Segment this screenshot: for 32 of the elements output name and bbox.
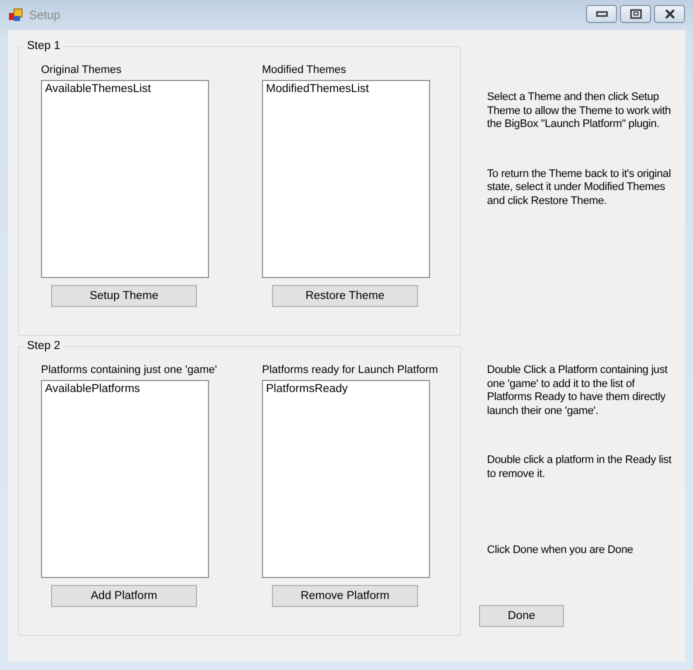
instruction-text: To return the Theme back to it's original state, select it under Modified Themes and click Restore Theme. — [487, 168, 672, 208]
list-label: Platforms ready for Launch Platform — [262, 364, 438, 378]
group-legend: Step 2 — [24, 340, 64, 352]
list-box[interactable]: AvailableThemesList — [41, 80, 209, 278]
window-title: Setup — [29, 8, 60, 22]
list-box[interactable]: PlatformsReady — [262, 380, 430, 578]
list-box[interactable]: AvailablePlatforms — [41, 380, 209, 578]
restore-icon — [630, 8, 642, 18]
minimize-button[interactable] — [586, 4, 617, 22]
instruction-text: Double click a platform in the Ready list to remove it. — [487, 454, 672, 481]
list-item[interactable]: AvailablePlatforms — [45, 382, 205, 396]
action-button[interactable]: Setup Theme — [51, 285, 197, 307]
close-icon — [664, 8, 676, 18]
group-legend: Step 1 — [24, 40, 64, 52]
list-item[interactable]: PlatformsReady — [266, 382, 426, 396]
list-label: Modified Themes — [262, 64, 346, 78]
close-button[interactable] — [654, 4, 685, 22]
done-button[interactable]: Done — [479, 604, 564, 626]
minimize-icon — [596, 10, 608, 18]
action-button[interactable]: Add Platform — [51, 585, 197, 607]
action-button[interactable]: Remove Platform — [272, 585, 418, 607]
app-icon — [9, 8, 23, 22]
list-label: Original Themes — [41, 64, 122, 78]
list-item[interactable]: AvailableThemesList — [45, 82, 205, 96]
list-item[interactable]: ModifiedThemesList — [266, 82, 426, 96]
instruction-text: Select a Theme and then click Setup Theme to allow the Theme to work with the BigBox "Launch Platform" plugin. — [487, 91, 672, 132]
instruction-text: Double Click a Platform containing just one 'game' to add it to the list of Platforms Ready to have them directly launch their one 'game'. — [487, 364, 669, 418]
list-label: Platforms containing just one 'game' — [41, 364, 218, 378]
action-button[interactable]: Restore Theme — [272, 285, 418, 307]
list-box[interactable]: ModifiedThemesList — [262, 80, 430, 278]
maximize-button[interactable] — [620, 4, 651, 22]
instruction-text: Click Done when you are Done — [487, 544, 634, 558]
